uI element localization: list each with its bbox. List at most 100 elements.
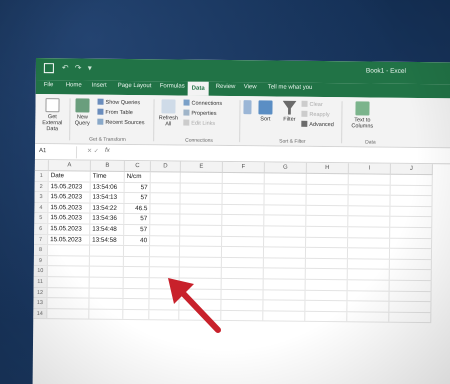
insert-function-icon[interactable]: fx bbox=[105, 148, 110, 154]
cell[interactable]: 57 bbox=[124, 182, 151, 193]
cell[interactable] bbox=[47, 255, 90, 266]
tab-insert[interactable]: Insert bbox=[92, 83, 107, 89]
cell[interactable] bbox=[390, 206, 433, 217]
cell[interactable] bbox=[263, 258, 306, 269]
cell[interactable] bbox=[123, 299, 150, 309]
cell[interactable] bbox=[47, 245, 91, 256]
column-header-b[interactable]: B bbox=[90, 160, 125, 171]
name-box[interactable]: A1 bbox=[34, 145, 78, 159]
column-header-f[interactable]: F bbox=[222, 161, 265, 173]
cell[interactable] bbox=[389, 270, 432, 281]
cell[interactable] bbox=[222, 225, 265, 236]
cell[interactable]: 15.05.2023 bbox=[48, 181, 91, 192]
row-header[interactable]: 5 bbox=[34, 213, 49, 224]
from-table-button[interactable]: From Table bbox=[97, 108, 133, 116]
cell[interactable] bbox=[390, 227, 433, 238]
tell-me-search[interactable]: Tell me what you bbox=[268, 84, 313, 90]
row-header[interactable]: 13 bbox=[33, 298, 48, 308]
row-header[interactable]: 11 bbox=[33, 276, 48, 287]
cell[interactable] bbox=[123, 256, 150, 267]
cell[interactable] bbox=[348, 216, 391, 227]
tab-review[interactable]: Review bbox=[216, 84, 236, 90]
cell[interactable] bbox=[390, 217, 433, 228]
cell[interactable] bbox=[123, 288, 150, 299]
cell[interactable]: 15.05.2023 bbox=[48, 202, 91, 213]
quick-access-toolbar[interactable]: ↶ ↷ ▾ bbox=[62, 63, 94, 72]
select-all-corner[interactable] bbox=[34, 159, 49, 171]
cell[interactable] bbox=[263, 289, 306, 300]
cell[interactable]: 57 bbox=[124, 214, 151, 225]
text-to-columns-button[interactable]: Text to Columns bbox=[347, 101, 377, 130]
tab-page-layout[interactable]: Page Layout bbox=[118, 83, 152, 89]
cell[interactable] bbox=[389, 248, 433, 259]
cell[interactable] bbox=[89, 277, 124, 288]
row-header[interactable]: 2 bbox=[34, 181, 49, 192]
cell[interactable] bbox=[47, 308, 90, 319]
cell[interactable]: 13:54:22 bbox=[90, 203, 125, 214]
cell[interactable] bbox=[150, 225, 181, 236]
cell[interactable] bbox=[89, 288, 124, 299]
cell[interactable] bbox=[306, 184, 349, 195]
cell[interactable] bbox=[389, 280, 432, 291]
cell[interactable] bbox=[306, 216, 349, 227]
cell[interactable] bbox=[222, 215, 265, 226]
cell[interactable] bbox=[263, 311, 306, 322]
row-header[interactable]: 8 bbox=[33, 245, 49, 255]
cell[interactable] bbox=[89, 309, 124, 320]
cell[interactable]: 15.05.2023 bbox=[48, 213, 91, 224]
cell[interactable] bbox=[264, 194, 307, 205]
cell[interactable] bbox=[47, 266, 90, 277]
cell[interactable] bbox=[180, 214, 223, 225]
filter-button[interactable]: Filter bbox=[279, 101, 299, 123]
cell[interactable]: N/cm bbox=[124, 171, 151, 182]
cell[interactable] bbox=[347, 301, 390, 312]
cell[interactable] bbox=[389, 312, 432, 323]
clear-button[interactable]: Clear bbox=[301, 100, 323, 108]
cell[interactable] bbox=[263, 247, 307, 258]
cell[interactable] bbox=[390, 174, 433, 185]
cancel-icon[interactable]: ✕ ✓ bbox=[87, 148, 99, 155]
column-header-d[interactable]: D bbox=[150, 161, 181, 172]
cell[interactable] bbox=[150, 203, 181, 214]
cell[interactable] bbox=[222, 183, 265, 194]
cell[interactable] bbox=[264, 205, 307, 216]
cell[interactable] bbox=[123, 267, 150, 278]
cell[interactable] bbox=[264, 173, 307, 184]
cell[interactable] bbox=[305, 311, 348, 322]
cell[interactable]: 13:54:48 bbox=[90, 224, 125, 235]
cell[interactable] bbox=[123, 277, 150, 288]
cell[interactable] bbox=[180, 236, 223, 247]
cell[interactable] bbox=[389, 301, 432, 312]
cell[interactable] bbox=[263, 268, 306, 279]
save-icon[interactable] bbox=[43, 63, 54, 74]
cell[interactable]: 13:54:06 bbox=[90, 182, 125, 193]
row-header[interactable]: 9 bbox=[33, 255, 48, 266]
cell[interactable] bbox=[222, 236, 265, 247]
column-header-i[interactable]: I bbox=[348, 163, 391, 174]
cell[interactable] bbox=[149, 246, 181, 257]
cell[interactable] bbox=[180, 225, 223, 236]
cell[interactable] bbox=[222, 172, 265, 183]
cell[interactable]: 15.05.2023 bbox=[48, 224, 91, 235]
cell[interactable]: 13:54:58 bbox=[90, 235, 125, 246]
cell[interactable] bbox=[47, 287, 90, 298]
cell[interactable] bbox=[348, 227, 391, 238]
cell[interactable] bbox=[263, 300, 306, 311]
cell[interactable] bbox=[347, 259, 390, 270]
sort-az-button[interactable] bbox=[242, 100, 252, 116]
cell[interactable]: Time bbox=[90, 171, 125, 182]
cell[interactable] bbox=[347, 269, 390, 280]
column-header-c[interactable]: C bbox=[124, 160, 151, 172]
tab-data[interactable]: Data bbox=[187, 81, 209, 96]
cell[interactable] bbox=[47, 298, 90, 309]
cell[interactable] bbox=[306, 195, 349, 206]
tab-file[interactable]: File bbox=[44, 82, 54, 88]
cell[interactable]: 13:54:36 bbox=[90, 213, 125, 224]
cell[interactable] bbox=[347, 290, 390, 301]
cell[interactable] bbox=[347, 248, 391, 259]
tab-formulas[interactable]: Formulas bbox=[160, 83, 185, 89]
sort-button[interactable]: Sort bbox=[255, 100, 275, 122]
cell[interactable] bbox=[89, 256, 124, 267]
cell[interactable] bbox=[348, 206, 391, 217]
cell[interactable]: 46.5 bbox=[124, 203, 151, 214]
